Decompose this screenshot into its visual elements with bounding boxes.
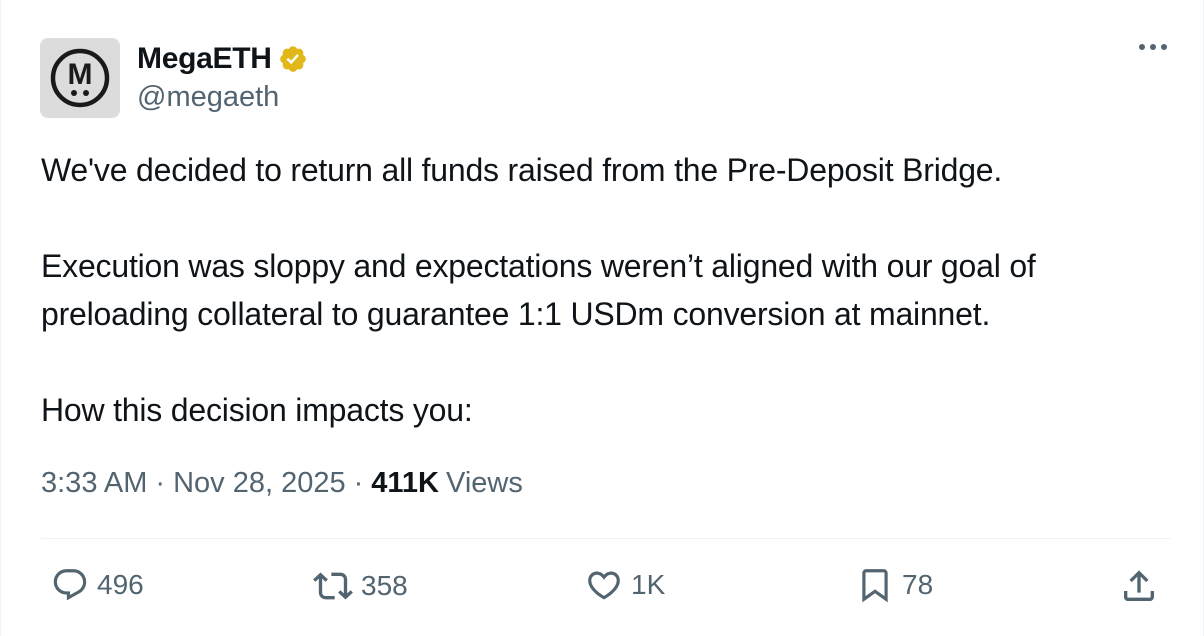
tweet-paragraph: How this decision impacts you:	[41, 392, 473, 428]
share-button[interactable]	[1119, 566, 1159, 606]
reply-count: 496	[97, 569, 144, 600]
avatar-letter: M	[68, 58, 93, 91]
user-info: MegaETH @megaeth	[137, 40, 308, 114]
avatar-logo: M	[50, 48, 110, 108]
divider	[41, 538, 1171, 539]
display-name[interactable]: MegaETH	[137, 42, 272, 76]
meta-separator: ·	[155, 467, 166, 499]
tweet-time[interactable]: 3:33 AM	[41, 467, 147, 500]
bookmark-count: 78	[902, 569, 934, 600]
avatar[interactable]: M	[40, 38, 120, 118]
views-count[interactable]: 411K	[371, 467, 439, 500]
tweet-paragraph: Execution was sloppy and expectations we…	[41, 248, 1036, 332]
more-dot	[1139, 44, 1145, 50]
tweet-paragraph: We've decided to return all funds raised…	[41, 152, 1003, 188]
bookmark-icon	[856, 566, 894, 604]
tweet-meta: 3:33 AM · Nov 28, 2025 · 411K Views	[41, 467, 523, 500]
tweet-header: M MegaETH @megaeth	[40, 38, 308, 118]
repost-count: 358	[361, 570, 408, 601]
meta-separator: ·	[353, 467, 364, 499]
share-icon	[1119, 566, 1159, 606]
action-bar: 496 358 1K 78	[51, 566, 1166, 610]
views-label[interactable]: Views	[446, 467, 523, 500]
tweet-date[interactable]: Nov 28, 2025	[173, 467, 346, 500]
more-icon[interactable]	[1139, 44, 1167, 50]
verified-badge-icon[interactable]	[278, 44, 308, 74]
repost-button[interactable]: 358	[313, 566, 408, 606]
tweet-card: M MegaETH @megaeth We've decided to retu…	[0, 0, 1204, 636]
bookmark-button[interactable]: 78	[856, 566, 933, 604]
more-dot	[1150, 44, 1156, 50]
like-button[interactable]: 1K	[585, 566, 665, 604]
like-count: 1K	[631, 569, 666, 600]
name-row: MegaETH	[137, 40, 308, 78]
user-handle[interactable]: @megaeth	[137, 81, 308, 114]
more-dot	[1161, 44, 1167, 50]
tweet-text: We've decided to return all funds raised…	[41, 146, 1171, 434]
like-icon	[585, 566, 623, 604]
repost-icon	[313, 566, 353, 606]
reply-button[interactable]: 496	[51, 566, 144, 604]
reply-icon	[51, 566, 89, 604]
